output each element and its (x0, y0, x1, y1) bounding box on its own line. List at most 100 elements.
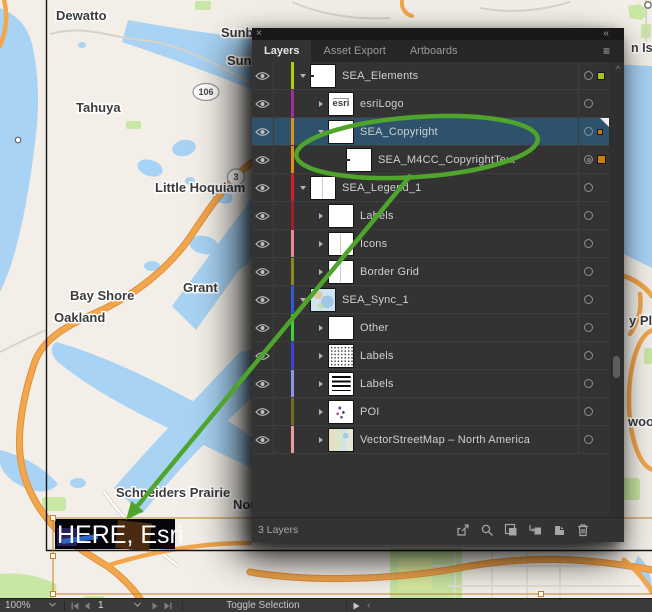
target-circle-icon[interactable] (584, 435, 593, 444)
lock-toggle[interactable] (274, 62, 291, 89)
layer-thumbnail[interactable] (310, 176, 336, 200)
scrollbar-track[interactable]: ^ (609, 62, 624, 517)
layer-thumbnail[interactable]: esri (328, 92, 354, 116)
lock-toggle[interactable] (274, 314, 291, 341)
layer-name[interactable]: SEA_Elements (342, 70, 578, 82)
layer-name[interactable]: esriLogo (360, 98, 578, 110)
layer-thumbnail[interactable] (310, 288, 336, 312)
lock-toggle[interactable] (274, 90, 291, 117)
expand-chevron-icon[interactable] (314, 241, 328, 247)
panel-menu-icon[interactable]: ≡ (603, 44, 610, 58)
new-sublayer-icon[interactable] (528, 523, 542, 537)
lock-toggle[interactable] (274, 146, 291, 173)
previous-artboard-icon[interactable] (84, 599, 90, 610)
layer-row[interactable]: Icons (252, 230, 609, 258)
layer-row[interactable]: Labels (252, 202, 609, 230)
expand-chevron-icon[interactable] (296, 74, 310, 78)
visibility-toggle[interactable] (252, 398, 274, 425)
layer-row[interactable]: Other (252, 314, 609, 342)
lock-toggle[interactable] (274, 370, 291, 397)
layer-row[interactable]: SEA_Copyright (252, 118, 609, 146)
tab-layers[interactable]: Layers (252, 40, 311, 62)
make-clipping-mask-icon[interactable] (504, 523, 518, 537)
expand-chevron-icon[interactable] (314, 325, 328, 331)
expand-chevron-icon[interactable] (296, 186, 310, 190)
layer-name[interactable]: VectorStreetMap – North America (360, 434, 578, 446)
target-circle-icon[interactable] (584, 323, 593, 332)
layer-row[interactable]: Border Grid (252, 258, 609, 286)
layer-thumbnail[interactable] (328, 260, 354, 284)
first-artboard-icon[interactable] (71, 599, 79, 610)
layer-thumbnail[interactable] (310, 64, 336, 88)
status-play-icon[interactable] (353, 599, 360, 610)
visibility-toggle[interactable] (252, 146, 274, 173)
layer-row[interactable]: SEA_Legend_1 (252, 174, 609, 202)
layer-thumbnail[interactable] (328, 344, 354, 368)
lock-toggle[interactable] (274, 426, 291, 453)
tab-asset-export[interactable]: Asset Export (311, 40, 397, 62)
visibility-toggle[interactable] (252, 258, 274, 285)
visibility-toggle[interactable] (252, 370, 274, 397)
lock-toggle[interactable] (274, 286, 291, 313)
layer-name[interactable]: Other (360, 322, 578, 334)
visibility-toggle[interactable] (252, 174, 274, 201)
visibility-toggle[interactable] (252, 314, 274, 341)
new-layer-icon[interactable] (552, 523, 566, 537)
status-collapse-icon[interactable]: ‹ (367, 599, 370, 612)
expand-chevron-icon[interactable] (314, 130, 328, 134)
layer-row[interactable]: SEA_M4CC_CopyrightText (252, 146, 609, 174)
layer-name[interactable]: POI (360, 406, 578, 418)
scroll-up-icon[interactable]: ^ (616, 64, 620, 74)
visibility-toggle[interactable] (252, 90, 274, 117)
close-icon[interactable]: × (256, 28, 262, 40)
layer-row[interactable]: SEA_Elements (252, 62, 609, 90)
lock-toggle[interactable] (274, 398, 291, 425)
layer-name[interactable]: SEA_M4CC_CopyrightText (378, 154, 578, 166)
status-message[interactable]: Toggle Selection (198, 599, 328, 612)
lock-toggle[interactable] (274, 230, 291, 257)
layer-row[interactable]: esri esriLogo (252, 90, 609, 118)
layer-row[interactable]: POI (252, 398, 609, 426)
layer-row[interactable]: Labels (252, 342, 609, 370)
visibility-toggle[interactable] (252, 426, 274, 453)
layer-name[interactable]: Icons (360, 238, 578, 250)
layer-thumbnail[interactable] (328, 204, 354, 228)
attribution-text[interactable]: HERE, Esri (57, 521, 183, 549)
layer-name[interactable]: Labels (360, 378, 578, 390)
layer-row[interactable]: SEA_Sync_1 (252, 286, 609, 314)
expand-chevron-icon[interactable] (314, 437, 328, 443)
tab-artboards[interactable]: Artboards (398, 40, 470, 62)
target-circle-icon[interactable] (584, 71, 593, 80)
zoom-level[interactable]: 100% (5, 599, 31, 612)
collect-for-export-icon[interactable] (456, 523, 470, 537)
lock-toggle[interactable] (274, 342, 291, 369)
layer-thumbnail[interactable] (328, 428, 354, 452)
attribution-block[interactable]: HERE, Esri (55, 519, 183, 551)
target-circle-icon[interactable] (584, 407, 593, 416)
layer-name[interactable]: Labels (360, 210, 578, 222)
layer-row[interactable]: Labels (252, 370, 609, 398)
expand-chevron-icon[interactable] (314, 409, 328, 415)
lock-toggle[interactable] (274, 202, 291, 229)
artboard-dropdown-icon[interactable] (134, 599, 141, 607)
expand-chevron-icon[interactable] (314, 353, 328, 359)
layer-row[interactable]: VectorStreetMap – North America (252, 426, 609, 454)
layer-name[interactable]: SEA_Copyright (360, 126, 578, 138)
locate-object-icon[interactable] (480, 523, 494, 537)
target-circle-icon[interactable] (584, 99, 593, 108)
target-circle-icon[interactable] (584, 351, 593, 360)
layer-thumbnail[interactable] (328, 232, 354, 256)
next-artboard-icon[interactable] (152, 599, 158, 610)
target-circle-icon[interactable] (584, 127, 593, 136)
target-circle-icon[interactable] (584, 211, 593, 220)
visibility-toggle[interactable] (252, 286, 274, 313)
target-circle-icon[interactable] (584, 295, 593, 304)
lock-toggle[interactable] (274, 174, 291, 201)
visibility-toggle[interactable] (252, 62, 274, 89)
expand-chevron-icon[interactable] (314, 101, 328, 107)
layer-thumbnail[interactable] (328, 120, 354, 144)
expand-chevron-icon[interactable] (296, 298, 310, 302)
layer-name[interactable]: Border Grid (360, 266, 578, 278)
delete-icon[interactable] (576, 523, 590, 537)
target-circle-icon[interactable] (584, 379, 593, 388)
